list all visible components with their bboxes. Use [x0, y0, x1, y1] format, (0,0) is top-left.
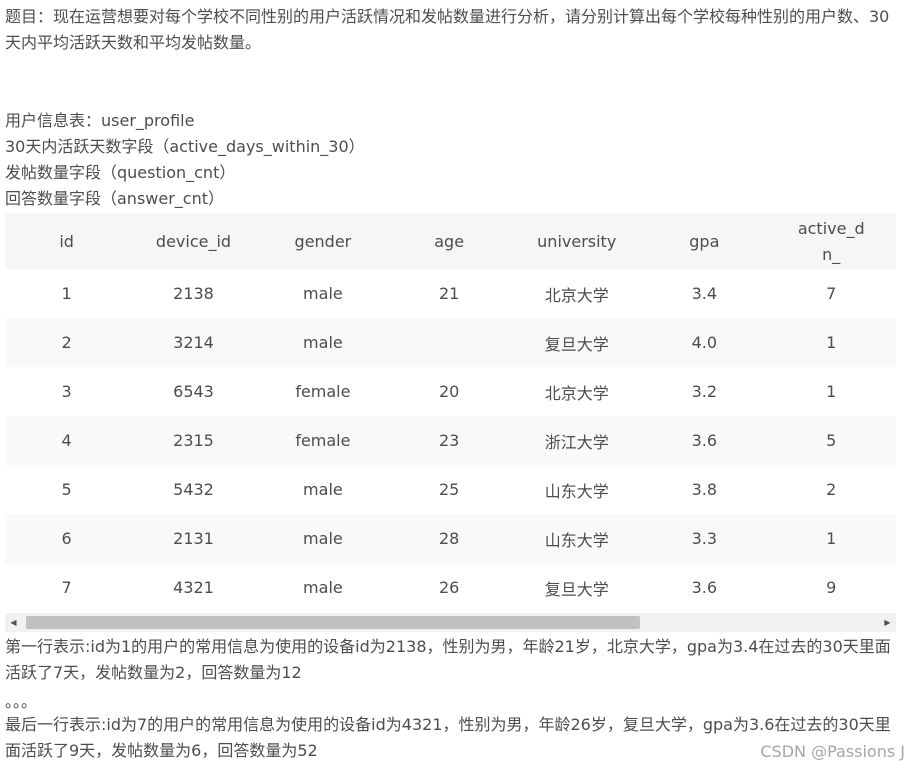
- cell-university: 山东大学: [544, 481, 609, 501]
- cell-university: 浙江大学: [544, 432, 609, 452]
- cell-id: 3: [61, 382, 72, 401]
- table-name-line: 用户信息表：user_profile: [5, 111, 195, 130]
- cell-age: 25: [438, 480, 460, 499]
- header-active-days-line2: n_: [822, 244, 841, 264]
- cell-device-id: 6543: [173, 382, 214, 401]
- cell-active-days: 1: [826, 333, 837, 352]
- table-row: 3 6543 female 20 北京大学 3.2 1: [5, 367, 896, 416]
- cell-device-id: 3214: [173, 333, 214, 352]
- cell-university: 复旦大学: [544, 334, 609, 354]
- table-row: 2 3214 male 复旦大学 4.0 1: [5, 318, 896, 367]
- cell-university: 北京大学: [544, 383, 609, 403]
- csdn-watermark: CSDN @Passions J: [760, 742, 905, 761]
- cell-active-days: 7: [826, 284, 837, 303]
- chevron-right-icon[interactable]: ▶: [879, 613, 896, 632]
- cell-gpa: 3.3: [691, 529, 718, 548]
- cell-id: 7: [61, 578, 72, 597]
- scrollbar-thumb[interactable]: [26, 616, 640, 629]
- cell-gpa: 3.6: [691, 578, 718, 597]
- horizontal-scrollbar[interactable]: ◀ ▶: [5, 613, 896, 632]
- cell-gpa: 3.4: [691, 284, 718, 303]
- cell-gender: female: [295, 382, 351, 401]
- header-active-days-label: active_d n_: [798, 216, 865, 268]
- answer-field-line: 回答数量字段（answer_cnt）: [5, 189, 225, 208]
- cell-device-id: 2315: [173, 431, 214, 450]
- header-active-days: active_d n_: [766, 214, 896, 269]
- header-gpa: gpa: [689, 232, 720, 251]
- cell-device-id: 2131: [173, 529, 214, 548]
- first-row-explanation: 第一行表示:id为1的用户的常用信息为使用的设备id为2138，性别为男，年龄2…: [5, 637, 891, 682]
- header-id: id: [59, 232, 74, 251]
- question-text: 题目：现在运营想要对每个学校不同性别的用户活跃情况和发帖数量进行分析，请分别计算…: [5, 7, 890, 52]
- cell-id: 2: [61, 333, 72, 352]
- cell-university: 山东大学: [544, 530, 609, 550]
- cell-active-days: 9: [826, 578, 837, 597]
- cell-active-days: 5: [826, 431, 837, 450]
- cell-active-days: 1: [826, 382, 837, 401]
- table-row: 5 5432 male 25 山东大学 3.8 2: [5, 465, 896, 514]
- cell-gpa: 3.8: [691, 480, 718, 499]
- cell-age: 21: [438, 284, 460, 303]
- cell-gpa: 4.0: [691, 333, 718, 352]
- field-description-block: 用户信息表：user_profile 30天内活跃天数字段（active_day…: [5, 108, 905, 212]
- cell-active-days: 2: [826, 480, 837, 499]
- cell-id: 6: [61, 529, 72, 548]
- cell-age: 28: [438, 529, 460, 548]
- table-header-row: id device_id gender age university gpa a…: [5, 214, 896, 269]
- cell-id: 1: [61, 284, 72, 303]
- chevron-left-icon[interactable]: ◀: [5, 613, 22, 632]
- table-row: 4 2315 female 23 浙江大学 3.6 5: [5, 416, 896, 465]
- table-row: 7 4321 male 26 复旦大学 3.6 9: [5, 563, 896, 611]
- cell-id: 5: [61, 480, 72, 499]
- cell-age: 23: [438, 431, 460, 450]
- cell-university: 复旦大学: [544, 579, 609, 599]
- cell-gender: male: [303, 578, 343, 597]
- header-university: university: [537, 232, 617, 251]
- table-row: 1 2138 male 21 北京大学 3.4 7: [5, 269, 896, 318]
- header-active-days-line1: active_d: [797, 218, 865, 238]
- cell-device-id: 4321: [173, 578, 214, 597]
- cell-gender: male: [303, 529, 343, 548]
- header-device-id: device_id: [155, 232, 232, 251]
- cell-device-id: 5432: [173, 480, 214, 499]
- cell-age: 26: [438, 578, 460, 597]
- cell-gender: female: [295, 431, 351, 450]
- active-field-line: 30天内活跃天数字段（active_days_within_30）: [5, 137, 365, 156]
- cell-gender: male: [303, 333, 343, 352]
- cell-university: 北京大学: [544, 285, 609, 305]
- cell-gpa: 3.6: [691, 431, 718, 450]
- cell-device-id: 2138: [173, 284, 214, 303]
- cell-gpa: 3.2: [691, 382, 718, 401]
- cell-age: [387, 318, 511, 367]
- cell-gender: male: [303, 284, 343, 303]
- question-field-line: 发帖数量字段（question_cnt）: [5, 163, 236, 182]
- cell-gender: male: [303, 480, 343, 499]
- header-age: age: [434, 232, 465, 251]
- table-row: 6 2131 male 28 山东大学 3.3 1: [5, 514, 896, 563]
- cell-active-days: 1: [826, 529, 837, 548]
- table-scroll-container[interactable]: id device_id gender age university gpa a…: [5, 214, 896, 611]
- header-gender: gender: [294, 232, 352, 251]
- cell-id: 4: [61, 431, 72, 450]
- cell-age: 20: [438, 382, 460, 401]
- user-profile-table: id device_id gender age university gpa a…: [5, 214, 896, 611]
